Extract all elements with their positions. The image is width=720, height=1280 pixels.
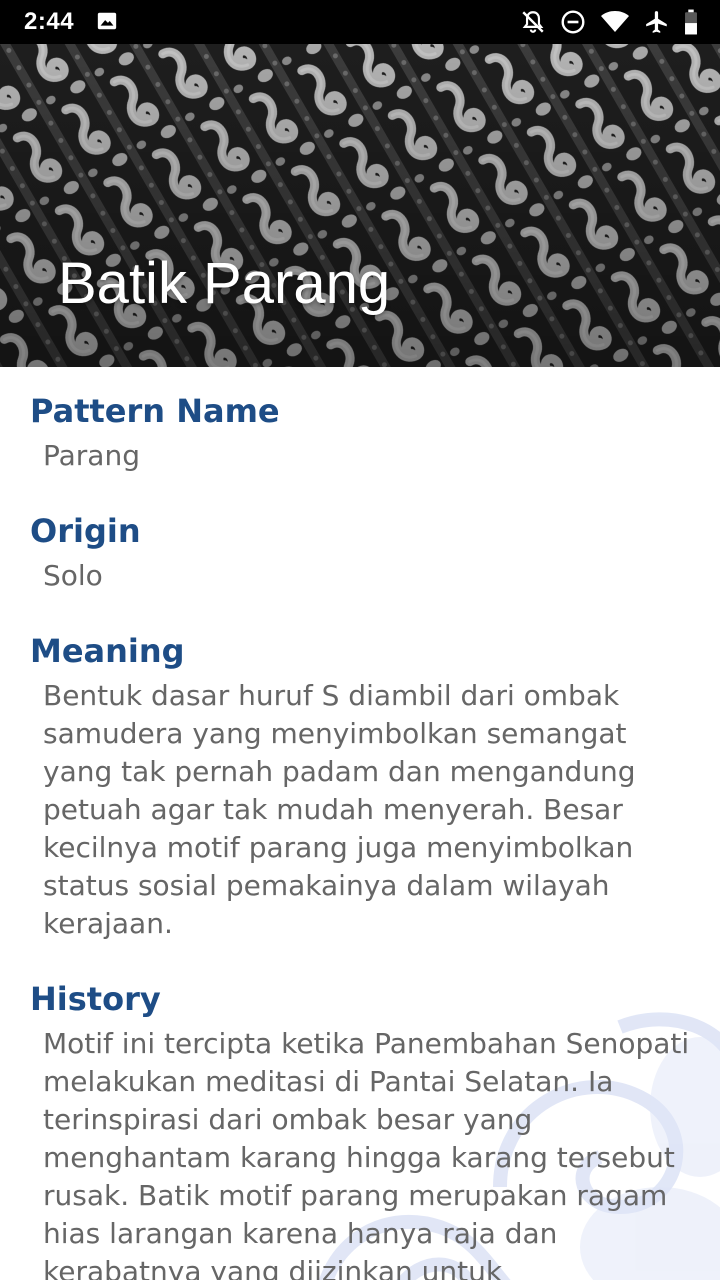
airplane-icon bbox=[646, 11, 667, 33]
detail-content[interactable]: Pattern Name Parang Origin Solo Meaning … bbox=[0, 367, 720, 1280]
history-section: History Motif ini tercipta ketika Panemb… bbox=[30, 981, 700, 1280]
origin-value: Solo bbox=[43, 559, 103, 592]
pattern-name-value: Parang bbox=[43, 439, 140, 472]
status-bar: 2:44 bbox=[0, 0, 720, 44]
meaning-value: Bentuk dasar huruf S diambil dari ombak … bbox=[43, 679, 636, 940]
history-value: Motif ini tercipta ketika Panembahan Sen… bbox=[43, 1027, 690, 1280]
batik-parang-pattern-image bbox=[0, 44, 720, 367]
wifi-icon bbox=[601, 11, 629, 32]
image-icon bbox=[97, 12, 117, 30]
pattern-name-section: Pattern Name Parang bbox=[30, 367, 700, 475]
page-title: Batik Parang bbox=[58, 251, 391, 316]
header-banner: Batik Parang bbox=[0, 44, 720, 367]
battery-icon bbox=[685, 9, 697, 35]
origin-section: Origin Solo bbox=[30, 513, 700, 595]
do-not-disturb-icon bbox=[561, 10, 585, 34]
status-time: 2:44 bbox=[24, 8, 75, 35]
pattern-name-label: Pattern Name bbox=[30, 392, 280, 430]
history-label: History bbox=[30, 980, 161, 1018]
meaning-section: Meaning Bentuk dasar huruf S diambil dar… bbox=[30, 633, 700, 943]
origin-label: Origin bbox=[30, 512, 141, 550]
meaning-label: Meaning bbox=[30, 632, 185, 670]
notifications-off-icon bbox=[522, 11, 544, 33]
